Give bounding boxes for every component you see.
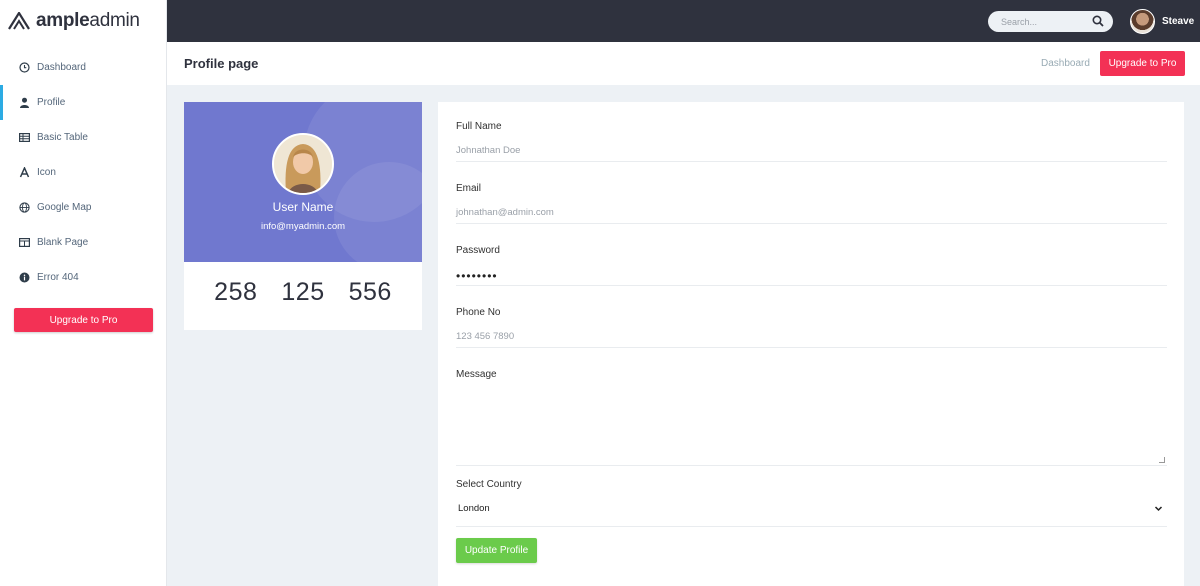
- user-icon: [19, 97, 30, 108]
- password-group: Password ••••••••: [456, 245, 1167, 286]
- phone-label: Phone No: [456, 307, 501, 318]
- topbar: Search... Steave: [167, 0, 1200, 42]
- globe-icon: [19, 202, 30, 213]
- sidebar-item-label: Basic Table: [37, 132, 88, 143]
- update-profile-button[interactable]: Update Profile: [456, 538, 537, 563]
- profile-stats: 258 125 556: [184, 278, 422, 307]
- table-icon: [19, 132, 30, 143]
- sidebar-item-blank-page[interactable]: Blank Page: [0, 225, 166, 260]
- logo-icon: [8, 12, 30, 30]
- profile-email: info@myadmin.com: [260, 221, 346, 232]
- user-name: Steave: [1162, 16, 1195, 27]
- profile-card: User Name info@myadmin.com 258 125 556: [184, 102, 422, 330]
- stat-value: 258: [214, 278, 258, 306]
- page-header: Profile page Dashboard Upgrade to Pro: [167, 42, 1200, 85]
- country-group: Select Country London: [456, 479, 1167, 527]
- phone-field[interactable]: 123 456 7890: [456, 331, 1167, 348]
- message-textarea[interactable]: [456, 390, 1167, 466]
- sidebar-item-label: Blank Page: [37, 237, 89, 248]
- email-field[interactable]: johnathan@admin.com: [456, 207, 1167, 224]
- profile-banner: User Name info@myadmin.com: [184, 102, 422, 262]
- clock-icon: [19, 62, 30, 73]
- profile-name: User Name: [272, 200, 334, 214]
- password-field[interactable]: ••••••••: [456, 269, 1167, 286]
- search-placeholder: Search...: [1001, 16, 1038, 27]
- message-group: Message: [456, 369, 1167, 466]
- full-name-field[interactable]: Johnathan Doe: [456, 145, 1167, 162]
- info-circle-icon: [19, 272, 30, 283]
- full-name-label: Full Name: [456, 121, 502, 132]
- sidebar-item-google-map[interactable]: Google Map: [0, 190, 166, 225]
- sidebar: ampleadmin Dashboard Profile Basic Table…: [0, 0, 167, 586]
- full-name-group: Full Name Johnathan Doe: [456, 121, 1167, 162]
- sidebar-upgrade-button[interactable]: Upgrade to Pro: [14, 308, 153, 332]
- user-menu[interactable]: Steave: [1130, 9, 1194, 34]
- search-icon[interactable]: [1092, 15, 1104, 29]
- phone-group: Phone No 123 456 7890: [456, 307, 1167, 348]
- country-select[interactable]: London: [456, 503, 1167, 527]
- sidebar-item-dashboard[interactable]: Dashboard: [0, 50, 166, 85]
- sidebar-item-label: Error 404: [37, 272, 79, 283]
- message-label: Message: [456, 369, 497, 380]
- sidebar-item-label: Dashboard: [37, 62, 86, 73]
- sidebar-item-profile[interactable]: Profile: [0, 85, 166, 120]
- sidebar-item-label: Icon: [37, 167, 56, 178]
- password-label: Password: [456, 245, 500, 256]
- sidebar-menu: Dashboard Profile Basic Table Icon Googl…: [0, 50, 166, 295]
- sidebar-item-error-404[interactable]: Error 404: [0, 260, 166, 295]
- sidebar-item-basic-table[interactable]: Basic Table: [0, 120, 166, 155]
- sidebar-item-label: Google Map: [37, 202, 92, 213]
- profile-form: Full Name Johnathan Doe Email johnathan@…: [438, 102, 1184, 586]
- brand-name: ampleadmin: [36, 10, 140, 31]
- page-title: Profile page: [184, 56, 259, 71]
- country-selected-value: London: [458, 503, 490, 514]
- country-label: Select Country: [456, 479, 522, 490]
- brand-logo[interactable]: ampleadmin: [0, 0, 166, 42]
- email-label: Email: [456, 183, 482, 194]
- chevron-down-icon: [1154, 504, 1163, 516]
- columns-icon: [19, 237, 30, 248]
- stat-value: 125: [281, 278, 325, 306]
- breadcrumb-dashboard[interactable]: Dashboard: [1041, 58, 1090, 69]
- sidebar-item-label: Profile: [37, 97, 66, 108]
- search-input[interactable]: Search...: [988, 11, 1113, 32]
- resize-handle-icon[interactable]: [1159, 457, 1165, 463]
- sidebar-item-icon[interactable]: Icon: [0, 155, 166, 190]
- avatar: [1130, 9, 1155, 34]
- profile-avatar: [272, 133, 334, 195]
- header-upgrade-button[interactable]: Upgrade to Pro: [1100, 51, 1185, 76]
- font-icon: [19, 167, 30, 178]
- stat-value: 556: [348, 278, 392, 306]
- email-group: Email johnathan@admin.com: [456, 183, 1167, 224]
